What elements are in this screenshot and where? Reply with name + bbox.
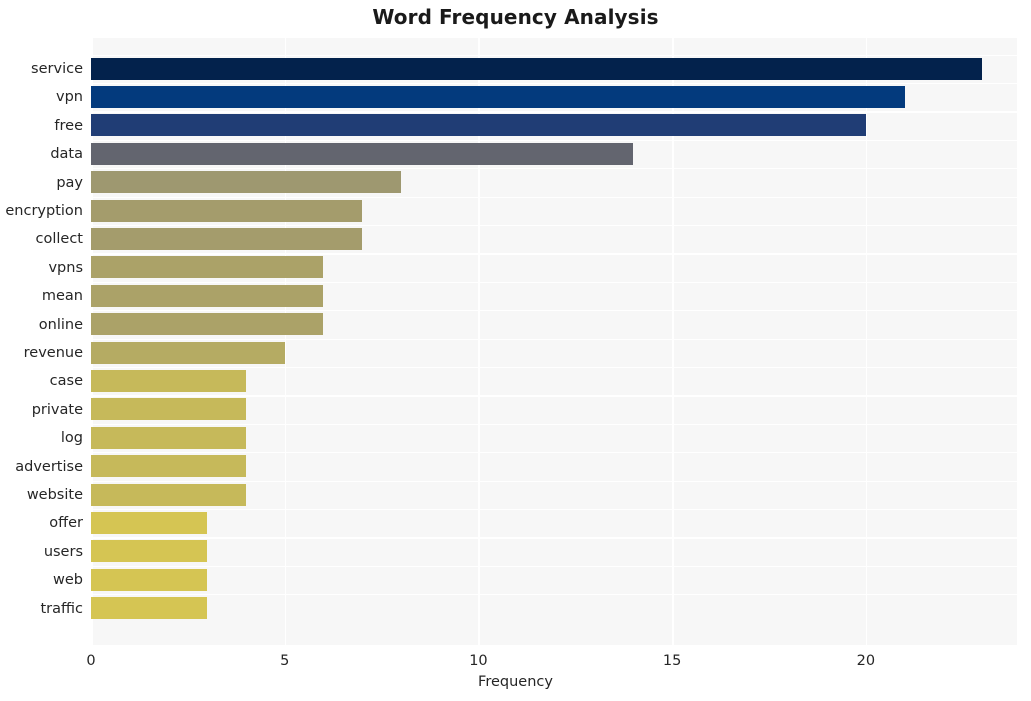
row-separator — [91, 338, 1017, 340]
y-tick-label-online: online — [38, 316, 83, 333]
bar-series — [91, 38, 1017, 645]
bar-row[interactable] — [91, 423, 1017, 452]
bar-row[interactable] — [91, 508, 1017, 537]
bar-case[interactable] — [91, 370, 246, 393]
bar-row[interactable] — [91, 82, 1017, 111]
row-separator — [91, 281, 1017, 284]
y-tick-label-data: data — [50, 146, 83, 163]
row-separator — [91, 168, 1017, 170]
y-tick-label-vpn: vpn — [56, 89, 83, 106]
bar-web[interactable] — [91, 568, 208, 591]
bar-row[interactable] — [91, 310, 1017, 338]
y-tick-label-web: web — [53, 572, 83, 589]
bar-pay[interactable] — [91, 171, 401, 194]
bar-row[interactable] — [91, 111, 1017, 139]
bar-row[interactable] — [91, 537, 1017, 565]
bar-service[interactable] — [91, 57, 983, 80]
bar-row[interactable] — [91, 594, 1017, 622]
bar-row[interactable] — [91, 168, 1017, 196]
row-separator — [91, 594, 1017, 596]
row-separator — [91, 366, 1017, 369]
bar-row[interactable] — [91, 139, 1017, 168]
bar-row[interactable] — [91, 395, 1017, 423]
y-tick-label-service: service — [31, 61, 83, 77]
y-tick-label-encryption: encryption — [5, 203, 83, 219]
x-tick-label-20: 20 — [856, 653, 876, 669]
bar-users[interactable] — [91, 540, 208, 563]
bar-row[interactable] — [91, 565, 1017, 594]
row-separator — [91, 310, 1017, 312]
bar-log[interactable] — [91, 426, 246, 449]
bar-row[interactable] — [91, 253, 1017, 281]
row-separator — [91, 452, 1017, 454]
bar-free[interactable] — [91, 114, 866, 137]
y-tick-label-traffic: traffic — [40, 600, 83, 617]
row-separator — [91, 54, 1017, 56]
bar-traffic[interactable] — [91, 597, 208, 620]
row-separator — [91, 224, 1017, 227]
bar-collect[interactable] — [91, 228, 363, 251]
y-axis-labels: service vpn free data pay encryption collect vp… — [0, 38, 83, 645]
y-tick-label-website: website — [26, 487, 83, 503]
row-separator — [91, 480, 1017, 482]
y-tick-label-collect: collect — [35, 231, 83, 248]
bar-row[interactable] — [91, 196, 1017, 225]
bar-row[interactable] — [91, 224, 1017, 253]
bar-revenue[interactable] — [91, 341, 285, 364]
y-tick-label-free: free — [54, 117, 83, 134]
y-tick-label-pay: pay — [56, 174, 83, 191]
y-tick-label-users: users — [43, 543, 83, 560]
chart-title: Word Frequency Analysis — [372, 5, 659, 29]
y-tick-label-mean: mean — [41, 288, 83, 305]
bar-vpn[interactable] — [91, 86, 905, 109]
row-separator — [91, 565, 1017, 568]
row-separator — [91, 253, 1017, 255]
bar-advertise[interactable] — [91, 455, 246, 478]
row-separator — [91, 423, 1017, 426]
bar-row[interactable] — [91, 54, 1017, 83]
x-tick-label-10: 10 — [469, 653, 488, 669]
bar-encryption[interactable] — [91, 199, 363, 222]
x-tick-label-0: 0 — [86, 653, 96, 669]
row-separator — [91, 111, 1017, 113]
bar-vpns[interactable] — [91, 256, 324, 279]
bar-row[interactable] — [91, 480, 1017, 509]
y-tick-label-log: log — [60, 430, 83, 447]
x-axis-ticks: 0 5 10 15 20 — [86, 645, 1017, 675]
y-tick-label-case: case — [49, 373, 83, 390]
bar-mean[interactable] — [91, 284, 324, 307]
y-tick-label-revenue: revenue — [23, 345, 83, 361]
row-separator — [91, 82, 1017, 85]
y-tick-label-vpns: vpns — [48, 259, 83, 276]
bar-row[interactable] — [91, 366, 1017, 395]
y-tick-label-advertise: advertise — [15, 458, 83, 475]
bar-row[interactable] — [91, 281, 1017, 310]
bar-online[interactable] — [91, 313, 324, 336]
word-frequency-chart-figure: Word Frequency Analysis service vpn free da… — [0, 0, 1031, 701]
bar-offer[interactable] — [91, 512, 208, 535]
x-tick-label-5: 5 — [280, 653, 290, 669]
bar-row[interactable] — [91, 452, 1017, 480]
bar-private[interactable] — [91, 398, 246, 421]
x-tick-label-15: 15 — [662, 653, 682, 669]
y-tick-label-offer: offer — [49, 515, 83, 532]
row-separator — [91, 395, 1017, 397]
y-tick-label-private: private — [31, 401, 83, 418]
x-axis-title: Frequency — [478, 674, 553, 690]
row-separator — [91, 537, 1017, 539]
bar-website[interactable] — [91, 483, 246, 506]
row-separator — [91, 139, 1017, 142]
bar-row[interactable] — [91, 338, 1017, 367]
bar-data[interactable] — [91, 142, 634, 165]
row-separator — [91, 508, 1017, 511]
plot-area — [91, 38, 1017, 645]
row-separator — [91, 196, 1017, 198]
